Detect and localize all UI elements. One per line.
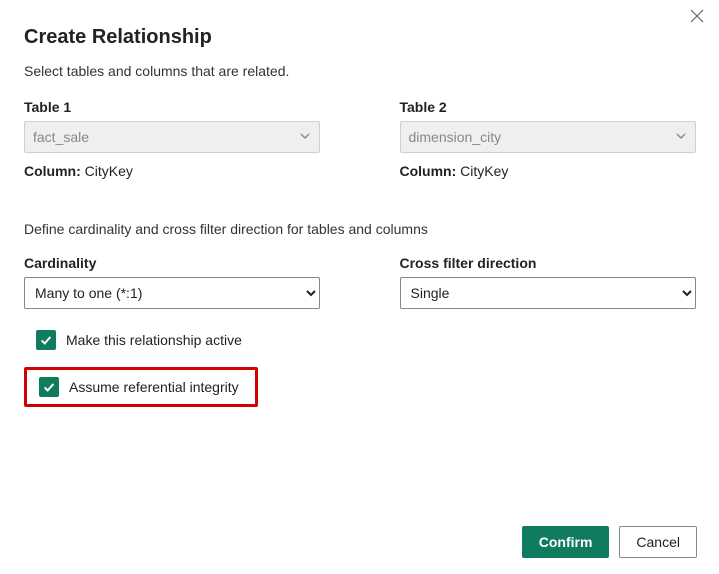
table1-column: Column: CityKey <box>24 163 320 179</box>
table2-label: Table 2 <box>400 99 696 115</box>
chevron-down-icon <box>675 129 687 145</box>
section-description: Define cardinality and cross filter dire… <box>24 221 695 237</box>
dialog-title: Create Relationship <box>24 26 695 49</box>
crossfilter-section: Cross filter direction Single <box>400 255 696 309</box>
table1-value: fact_sale <box>33 129 89 145</box>
cancel-button[interactable]: Cancel <box>619 526 697 558</box>
table2-column: Column: CityKey <box>400 163 696 179</box>
create-relationship-dialog: Create Relationship Select tables and co… <box>0 0 719 425</box>
table2-column-label: Column: <box>400 163 457 179</box>
confirm-button[interactable]: Confirm <box>522 526 610 558</box>
table2-column-value: CityKey <box>460 163 508 179</box>
referential-integrity-checkbox[interactable] <box>39 377 59 397</box>
dialog-subtitle: Select tables and columns that are relat… <box>24 63 695 79</box>
referential-integrity-label: Assume referential integrity <box>69 379 239 395</box>
table2-value: dimension_city <box>409 129 502 145</box>
table2-section: Table 2 dimension_city Column: CityKey <box>400 99 696 179</box>
table1-column-label: Column: <box>24 163 81 179</box>
table1-select[interactable]: fact_sale <box>24 121 320 153</box>
cardinality-label: Cardinality <box>24 255 320 271</box>
table1-column-value: CityKey <box>85 163 133 179</box>
cardinality-section: Cardinality Many to one (*:1) <box>24 255 320 309</box>
crossfilter-label: Cross filter direction <box>400 255 696 271</box>
table2-select[interactable]: dimension_city <box>400 121 696 153</box>
table1-section: Table 1 fact_sale Column: CityKey <box>24 99 320 179</box>
table1-label: Table 1 <box>24 99 320 115</box>
cardinality-select[interactable]: Many to one (*:1) <box>24 277 320 309</box>
close-icon[interactable] <box>689 8 705 24</box>
make-active-row: Make this relationship active <box>30 329 695 351</box>
highlight-box: Assume referential integrity <box>24 367 258 407</box>
make-active-label: Make this relationship active <box>66 332 242 348</box>
referential-integrity-row: Assume referential integrity <box>33 376 245 398</box>
crossfilter-select[interactable]: Single <box>400 277 696 309</box>
chevron-down-icon <box>299 129 311 145</box>
make-active-checkbox[interactable] <box>36 330 56 350</box>
dialog-footer: Confirm Cancel <box>522 526 697 558</box>
